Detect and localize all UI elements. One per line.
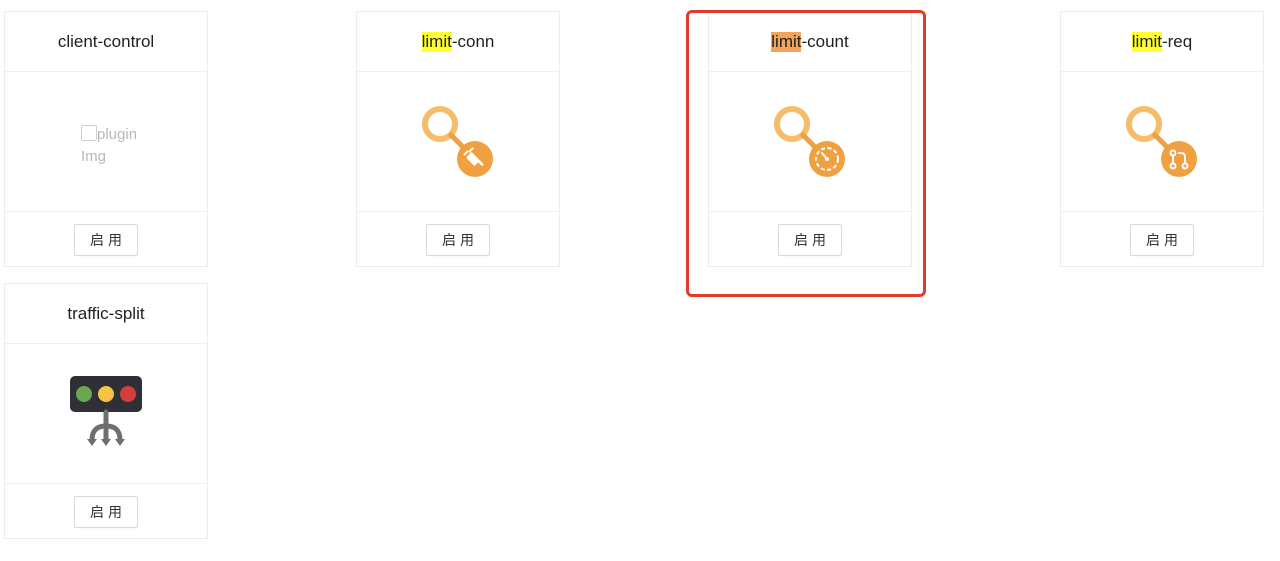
plugin-title-text: traffic-split (67, 303, 145, 323)
plugin-image-area (357, 72, 559, 212)
plugin-image-area (709, 72, 911, 212)
plugin-footer: 启用 (5, 212, 207, 268)
plugin-title-text: client-control (57, 31, 155, 51)
plugin-title: limit -count (709, 12, 911, 72)
plugin-card-limit-count: limit -count 启用 (708, 11, 912, 267)
plugin-title-rest: -count (801, 31, 849, 51)
plugin-title-rest: -conn (451, 31, 495, 51)
broken-image-icon: pluginImg (81, 124, 141, 168)
plugin-title: limit -req (1061, 12, 1263, 72)
plugin-card-limit-req: limit -req 启用 (1060, 11, 1264, 267)
traffic-light-split-icon (70, 375, 142, 446)
plugin-footer: 启用 (709, 212, 911, 268)
plugin-card-traffic-split: traffic-split 启用 (4, 283, 208, 539)
enable-button[interactable]: 启用 (74, 496, 138, 528)
plugin-card-client-control: client-control pluginImg 启用 (4, 11, 208, 267)
plugin-image-area (5, 344, 207, 484)
enable-button[interactable]: 启用 (74, 224, 138, 256)
search-highlight: limit (421, 31, 452, 52)
magnifier-timer-icon (774, 105, 845, 177)
enable-button[interactable]: 启用 (426, 224, 490, 256)
enable-button[interactable]: 启用 (778, 224, 842, 256)
plugin-image-area (1061, 72, 1263, 212)
plugin-footer: 启用 (5, 484, 207, 540)
plugin-footer: 启用 (1061, 212, 1263, 268)
plugin-title: traffic-split (5, 284, 207, 344)
plugin-title: client-control (5, 12, 207, 72)
plugin-image-area: pluginImg (5, 72, 207, 212)
plugin-title: limit -conn (357, 12, 559, 72)
plugin-card-limit-conn: limit -conn 启用 (356, 11, 560, 267)
enable-button[interactable]: 启用 (1130, 224, 1194, 256)
plugin-title-rest: -req (1161, 31, 1193, 51)
magnifier-plug-icon (422, 105, 493, 177)
plugin-footer: 启用 (357, 212, 559, 268)
search-highlight: limit (1131, 31, 1162, 52)
current-search-highlight: limit (771, 31, 802, 52)
magnifier-branch-icon (1126, 105, 1197, 177)
